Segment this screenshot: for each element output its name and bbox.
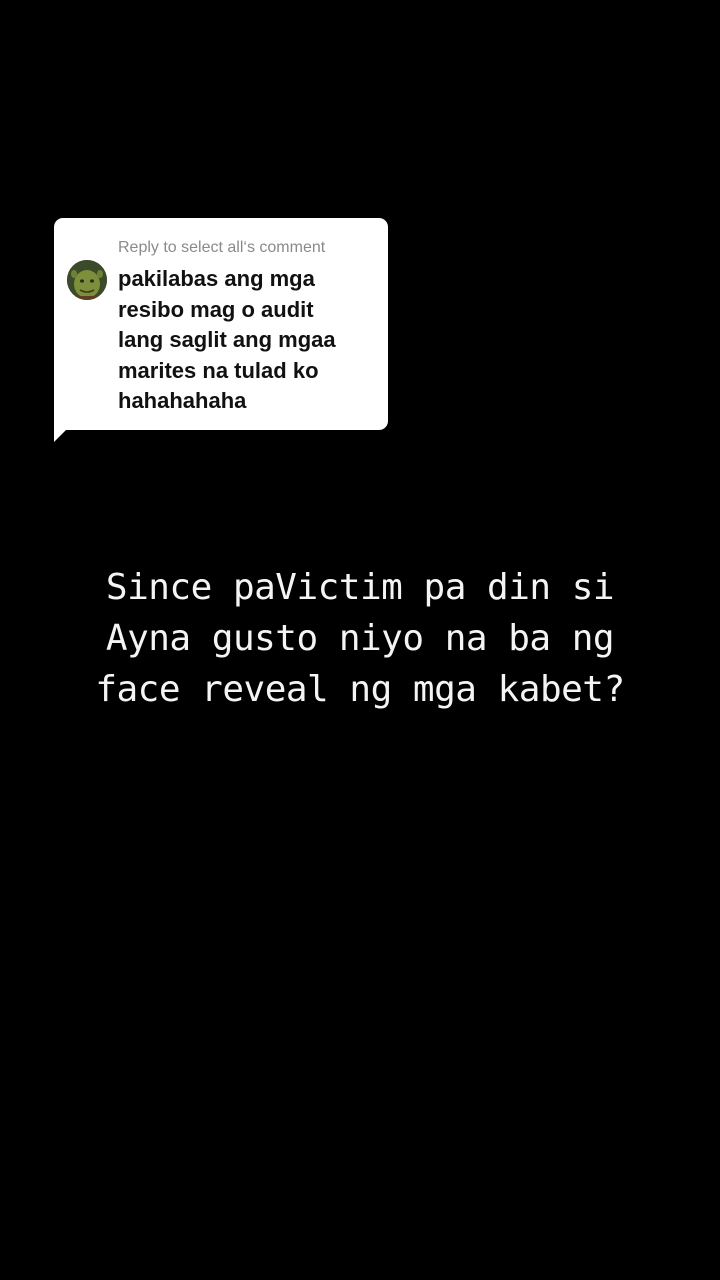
comment-text: pakilabas ang mga resibo mag o audit lan… <box>118 264 380 417</box>
comment-line: hahahahaha <box>118 388 247 413</box>
caption-line: Ayna gusto niyo na ba ng <box>105 618 615 659</box>
shrek-avatar-icon <box>67 260 107 300</box>
comment-line: pakilabas ang mga <box>118 266 315 291</box>
commenter-avatar[interactable] <box>67 260 107 300</box>
reply-comment-bubble[interactable]: Reply to select all‘s comment pakilabas … <box>54 218 388 430</box>
reply-header: Reply to select all‘s comment <box>118 239 326 256</box>
video-caption: Since paVictim pa din si Ayna gusto niyo… <box>40 562 680 715</box>
caption-line: Since paVictim pa din si <box>105 567 615 608</box>
caption-line: face reveal ng mga kabet? <box>95 669 625 710</box>
comment-line: resibo mag o audit <box>118 296 314 322</box>
comment-line: marites na tulad ko <box>118 357 319 383</box>
video-screen: Reply to select all‘s comment pakilabas … <box>0 0 720 1280</box>
comment-line: lang saglit ang mgaa <box>118 327 336 352</box>
